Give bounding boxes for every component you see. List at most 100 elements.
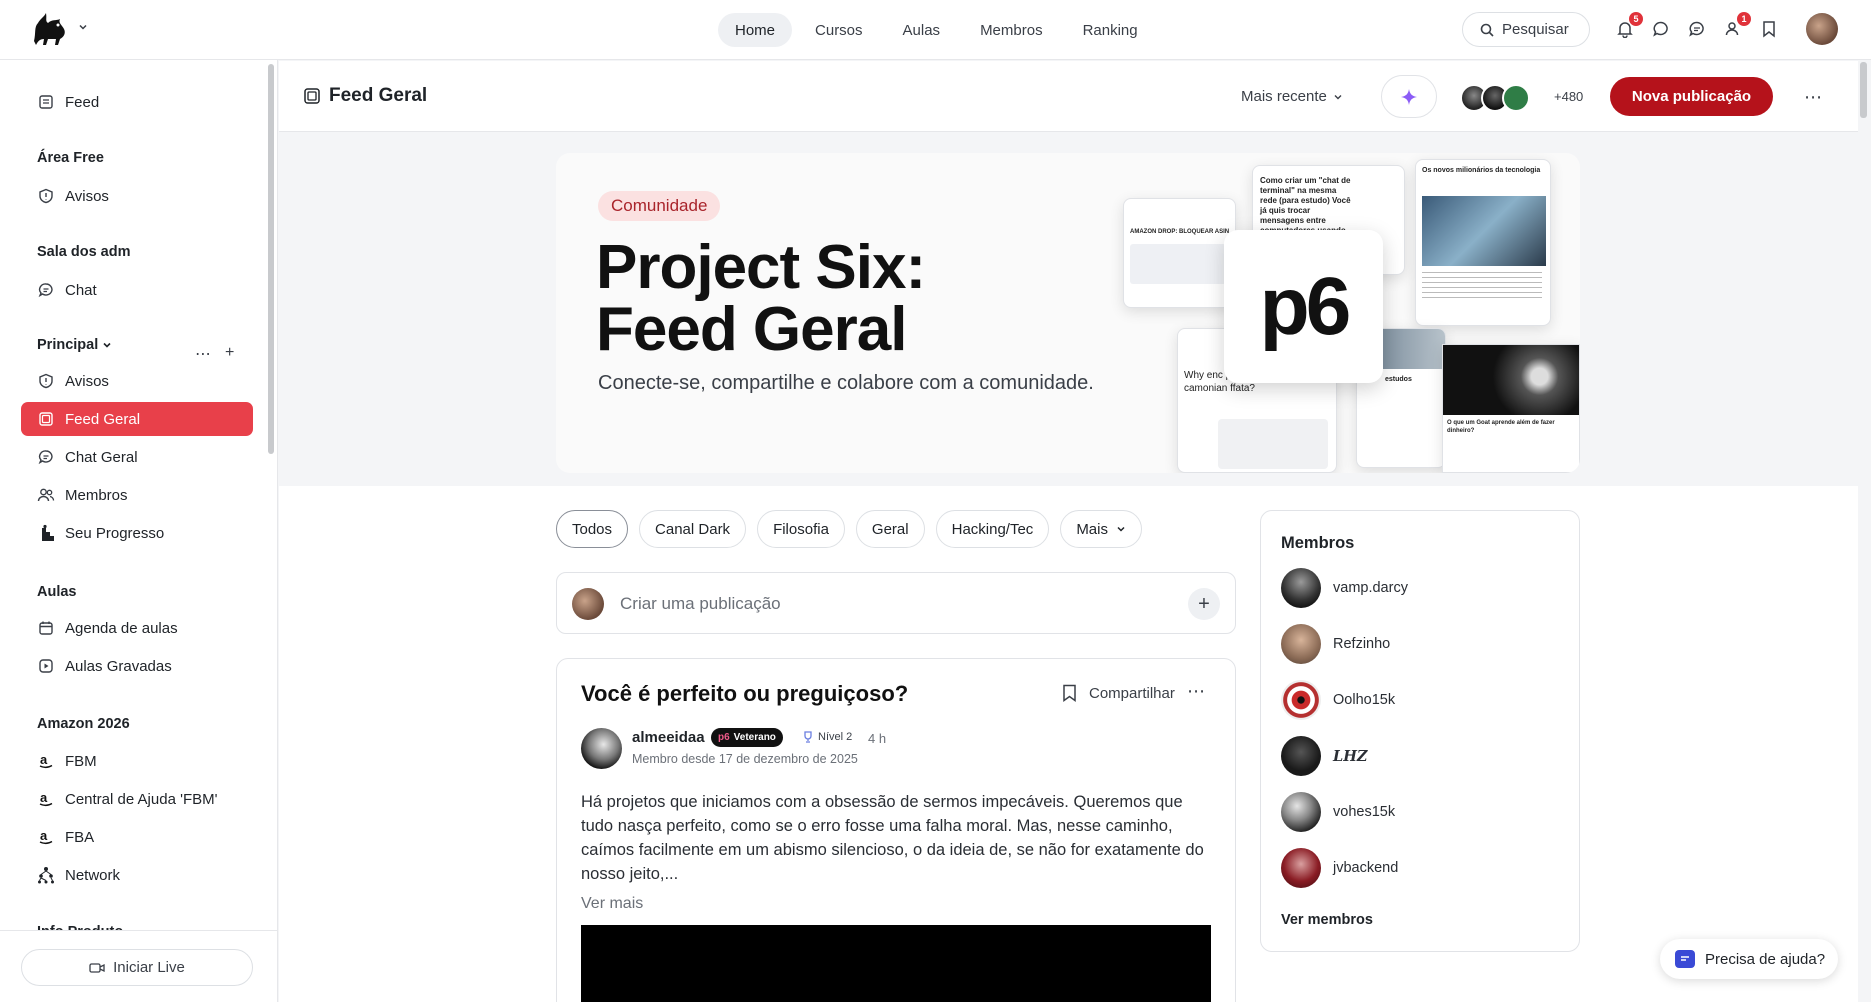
- see-members-link[interactable]: Ver membros: [1281, 912, 1373, 928]
- user-avatar[interactable]: [1806, 13, 1838, 45]
- nav-ranking[interactable]: Ranking: [1066, 13, 1155, 47]
- chevron-down-icon: [102, 340, 112, 350]
- search-button[interactable]: Pesquisar: [1462, 12, 1590, 47]
- new-post-button[interactable]: Nova publicação: [1610, 77, 1773, 116]
- add-icon[interactable]: +: [1188, 588, 1220, 620]
- filter-chip-hacking-tec[interactable]: Hacking/Tec: [935, 510, 1050, 548]
- sidebar-item-membros[interactable]: Membros: [21, 478, 253, 512]
- mock-image: [1130, 244, 1226, 284]
- sidebar-item-avisos[interactable]: Avisos: [21, 364, 253, 398]
- hero-tag: Comunidade: [598, 191, 721, 221]
- more-options-icon[interactable]: ⋯: [195, 344, 211, 364]
- nav-cursos[interactable]: Cursos: [798, 13, 880, 47]
- more-options-icon[interactable]: ⋯: [1804, 87, 1823, 108]
- badge-logo: p6: [718, 732, 730, 743]
- avatar: [1502, 84, 1530, 112]
- video-camera-icon: [89, 962, 105, 974]
- community-logo-icon[interactable]: [30, 11, 70, 47]
- member-row[interactable]: Refzinho: [1281, 624, 1390, 664]
- space-header: Feed Geral Mais recente +480 Nova public…: [279, 61, 1858, 132]
- section-heading-amazon-2026: Amazon 2026: [37, 716, 130, 732]
- share-button[interactable]: Compartilhar: [1089, 685, 1175, 702]
- mock-card-title: AMAZON DROP: BLOQUEAR ASIN: [1130, 229, 1230, 235]
- mock-card-title: Os novos milionários da tecnologia: [1422, 167, 1541, 174]
- member-avatars-stack[interactable]: [1460, 84, 1530, 112]
- post-title[interactable]: Você é perfeito ou preguiçoso?: [581, 681, 908, 707]
- nav-home[interactable]: Home: [718, 13, 793, 47]
- level-badge: Nível 2: [803, 731, 852, 743]
- hero-title: Project Six: Feed Geral: [596, 237, 1016, 361]
- member-name: 𝑳𝑯𝒁: [1333, 747, 1368, 765]
- chevron-down-icon: [1333, 92, 1343, 102]
- author-avatar[interactable]: [581, 728, 622, 769]
- sidebar-item-chat-geral[interactable]: Chat Geral: [21, 440, 253, 474]
- member-row[interactable]: vohes15k: [1281, 792, 1395, 832]
- member-name: Refzinho: [1333, 636, 1391, 652]
- filter-chip-filosofia[interactable]: Filosofia: [757, 510, 845, 548]
- chevron-down-icon: [1116, 524, 1126, 534]
- sidebar-item-label: Central de Ajuda 'FBM': [65, 790, 218, 808]
- ai-sparkle-button[interactable]: [1381, 75, 1437, 118]
- post-composer[interactable]: Criar uma publicação +: [556, 572, 1236, 634]
- sidebar-item-label: Feed Geral: [65, 410, 141, 428]
- help-label: Precisa de ajuda?: [1705, 950, 1826, 968]
- sidebar-item-network[interactable]: Network: [21, 858, 253, 892]
- sidebar-item-avisos-free[interactable]: Avisos: [21, 179, 253, 213]
- invites-badge: 1: [1737, 12, 1751, 26]
- recorded-video-icon: [37, 657, 55, 675]
- sidebar-item-label: Agenda de aulas: [65, 619, 178, 637]
- feed-icon: [303, 87, 321, 105]
- messages-icon[interactable]: [1650, 18, 1672, 40]
- see-more-link[interactable]: Ver mais: [581, 895, 643, 913]
- users-icon: [37, 486, 55, 504]
- start-live-button[interactable]: Iniciar Live: [21, 949, 253, 986]
- amazon-logo-icon: a: [37, 828, 55, 846]
- add-icon[interactable]: +: [225, 344, 234, 364]
- shield-alert-icon: [37, 187, 55, 205]
- sidebar-item-fbm[interactable]: a FBM: [21, 744, 253, 778]
- notifications-badge: 5: [1629, 12, 1643, 26]
- mock-image: [1422, 196, 1546, 266]
- filter-chip-geral[interactable]: Geral: [855, 510, 925, 548]
- nav-aulas[interactable]: Aulas: [886, 13, 958, 47]
- help-button[interactable]: Precisa de ajuda?: [1660, 939, 1838, 979]
- member-row[interactable]: vamp.darcy: [1281, 568, 1408, 608]
- filter-more-dropdown[interactable]: Mais: [1060, 510, 1142, 548]
- veteran-badge: p6 Veterano: [711, 728, 783, 747]
- bookmark-icon[interactable]: [1062, 684, 1077, 702]
- chat-threads-icon[interactable]: [1686, 18, 1708, 40]
- sidebar-item-central-de-ajuda-fbm[interactable]: a Central de Ajuda 'FBM': [21, 782, 253, 816]
- member-row[interactable]: 𝑳𝑯𝒁: [1281, 736, 1367, 776]
- page-title-text: Feed Geral: [329, 85, 428, 106]
- member-name: Oolho15k: [1333, 692, 1396, 708]
- filter-chip-todos[interactable]: Todos: [556, 510, 629, 548]
- member-row[interactable]: Oolho15k: [1281, 680, 1395, 720]
- member-row[interactable]: jvbackend: [1281, 848, 1398, 888]
- author-name[interactable]: almeeidaa: [632, 729, 705, 746]
- chevron-down-icon[interactable]: [78, 22, 88, 32]
- member-invites-icon[interactable]: 1: [1722, 12, 1751, 40]
- sort-dropdown[interactable]: Mais recente: [1241, 88, 1343, 105]
- bookmark-icon[interactable]: [1758, 18, 1780, 40]
- notifications-bell-icon[interactable]: 5: [1614, 12, 1643, 40]
- sidebar-item-label: Network: [65, 866, 121, 884]
- trophy-icon: [803, 731, 813, 743]
- sidebar-item-fba[interactable]: a FBA: [21, 820, 253, 854]
- section-heading-principal[interactable]: Principal: [37, 337, 112, 353]
- sidebar-item-chat[interactable]: Chat: [21, 273, 253, 307]
- hero-title-line: Feed Geral: [596, 295, 907, 364]
- sidebar-item-aulas-gravadas[interactable]: Aulas Gravadas: [21, 649, 253, 683]
- more-options-icon[interactable]: ⋯: [1187, 681, 1206, 702]
- sidebar-item-feed-geral[interactable]: Feed Geral: [21, 402, 253, 436]
- post-media[interactable]: [581, 925, 1211, 1002]
- sidebar-item-agenda-de-aulas[interactable]: Agenda de aulas: [21, 611, 253, 645]
- category-filters: Todos Canal Dark Filosofia Geral Hacking…: [556, 510, 1142, 548]
- nav-membros[interactable]: Membros: [963, 13, 1060, 47]
- sidebar-item-seu-progresso[interactable]: Seu Progresso: [21, 516, 253, 550]
- main-scrollbar[interactable]: [1860, 62, 1867, 118]
- filter-chip-canal-dark[interactable]: Canal Dark: [639, 510, 747, 548]
- sidebar-item-feed[interactable]: Feed: [21, 85, 253, 119]
- progress-climber-icon: [37, 524, 55, 542]
- sidebar-scrollbar[interactable]: [268, 64, 274, 454]
- calendar-icon: [37, 619, 55, 637]
